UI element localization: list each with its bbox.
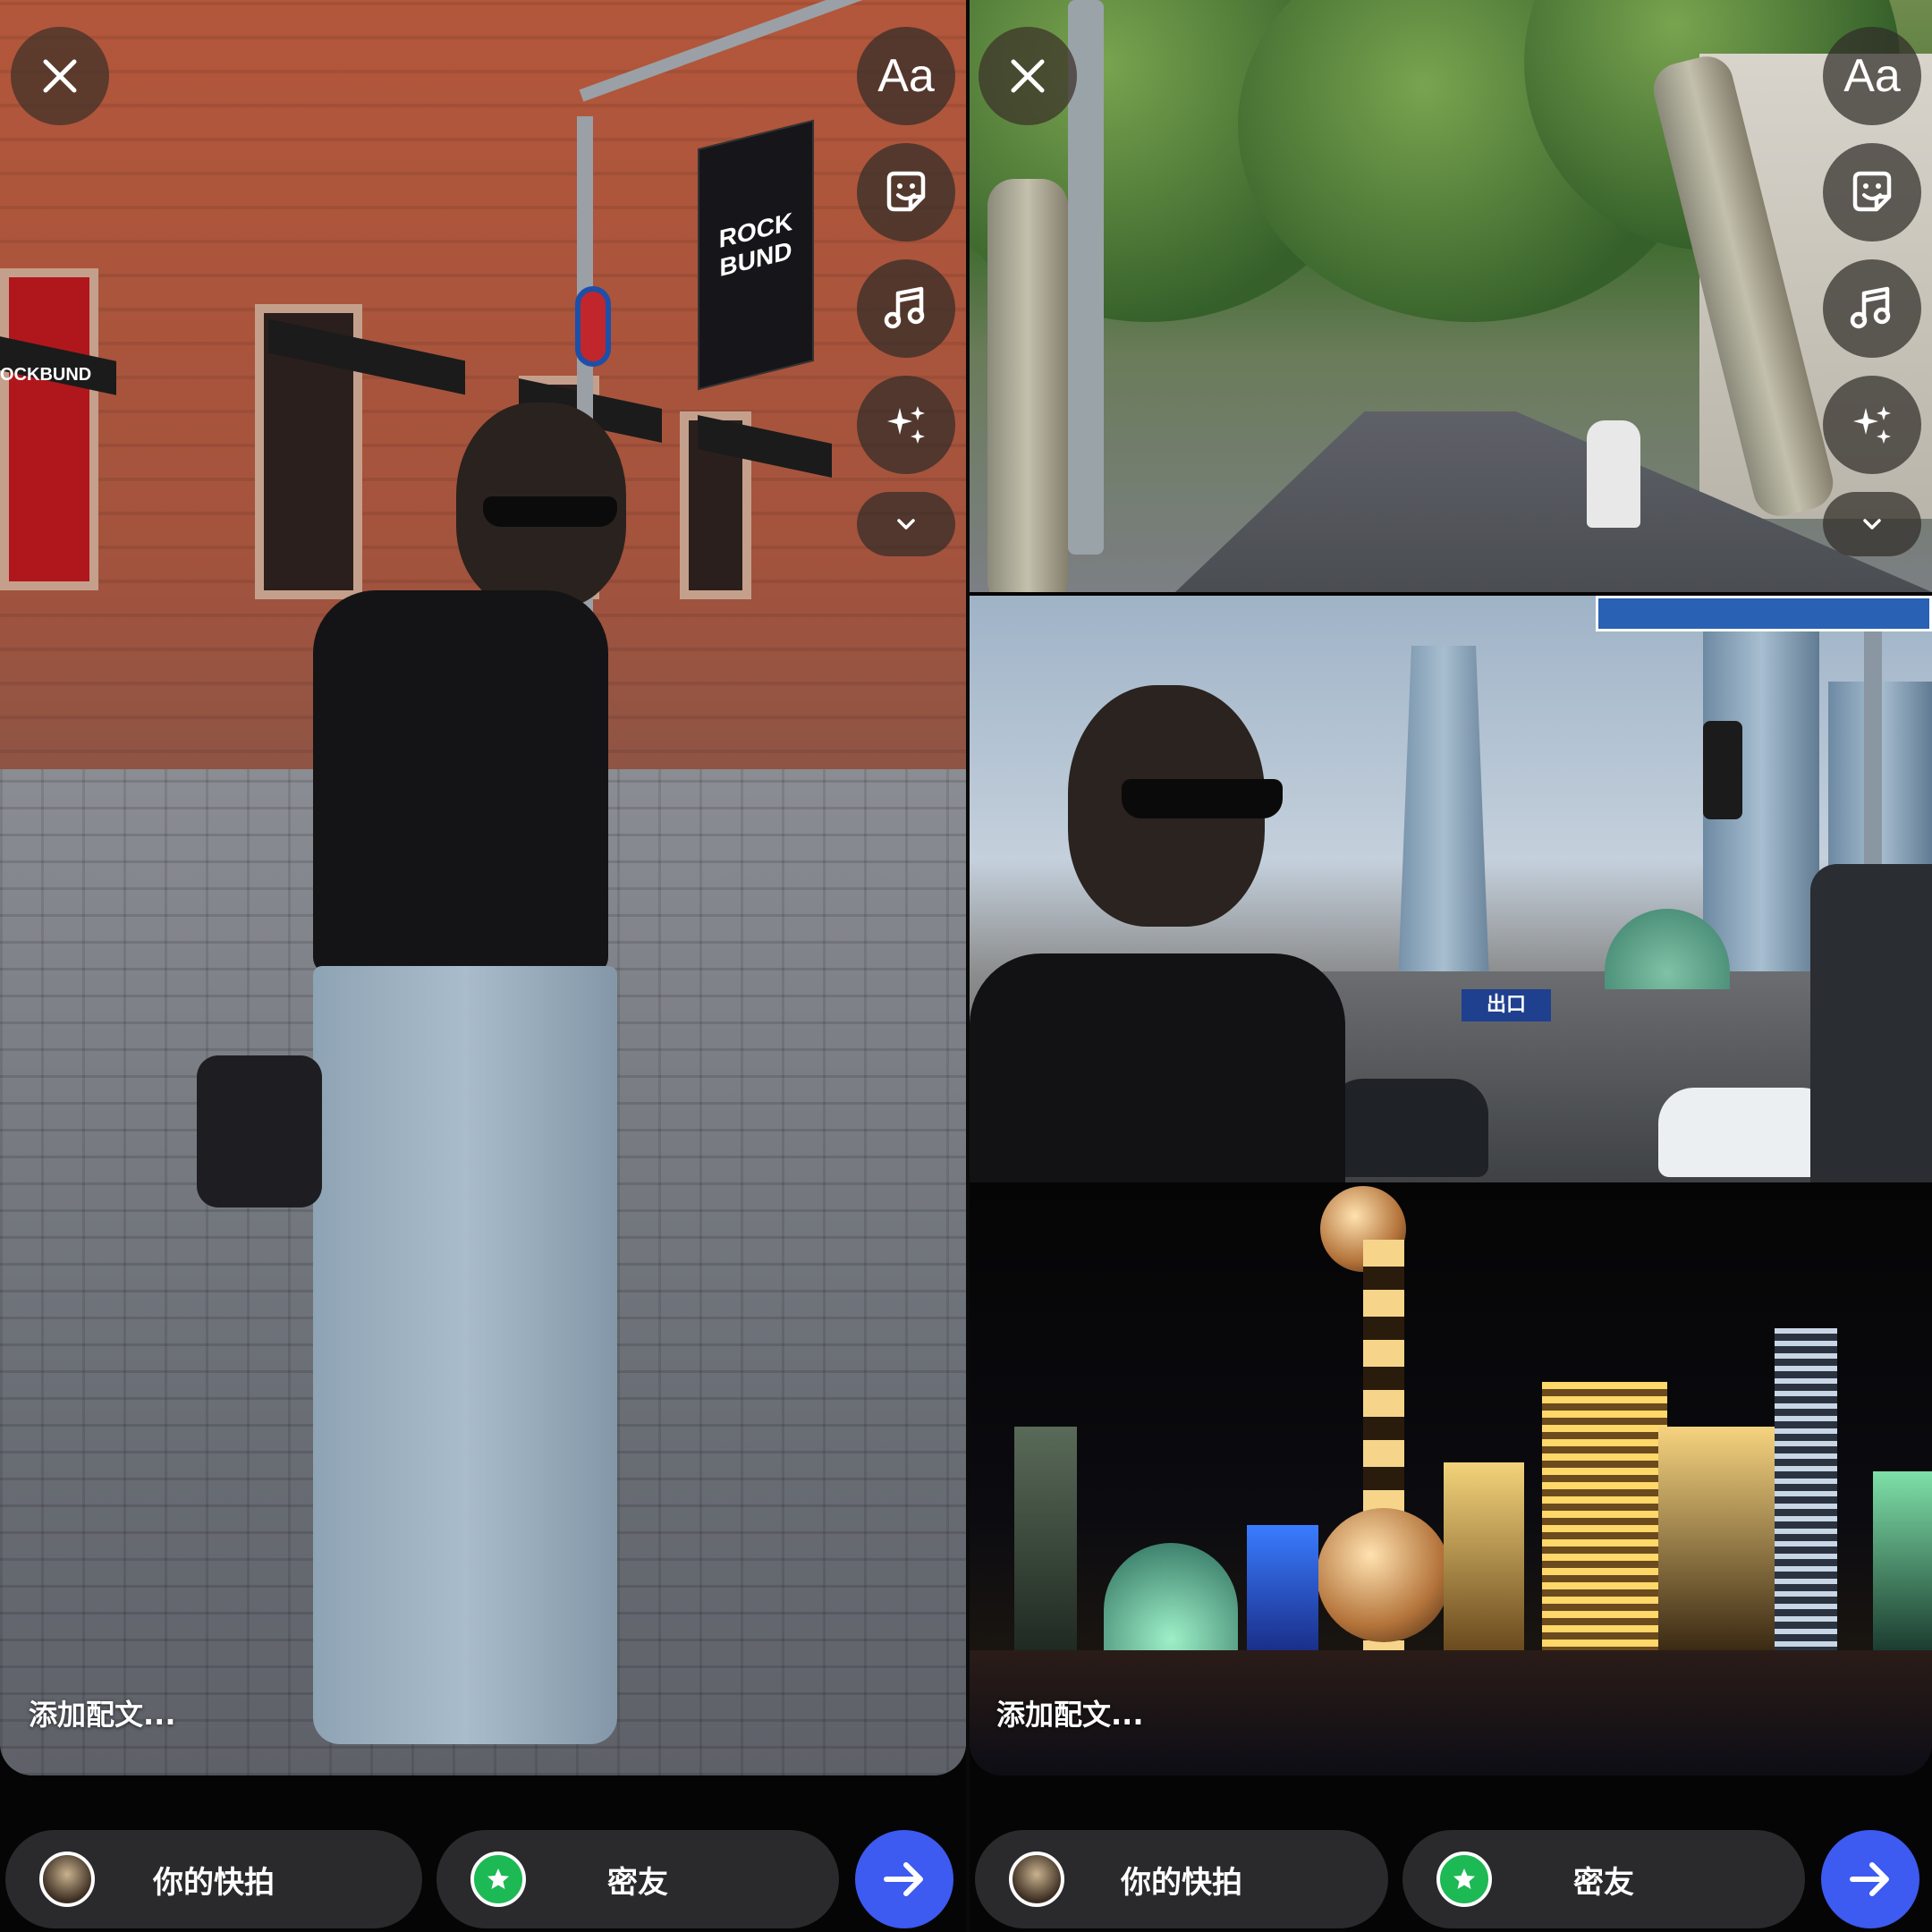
sticker-icon bbox=[886, 171, 926, 212]
street-photo: OCKBUND ROCK BUND bbox=[0, 0, 966, 1775]
music-icon bbox=[884, 286, 925, 329]
sunglasses bbox=[483, 496, 617, 527]
your-story-label: 你的快拍 bbox=[1121, 1864, 1242, 1901]
text-tool-label: Aa bbox=[1843, 50, 1901, 102]
share-bar: 你的快拍 密友 bbox=[0, 1825, 966, 1932]
person bbox=[970, 685, 1345, 1182]
chevron-down-icon bbox=[1863, 519, 1881, 530]
building bbox=[1775, 1328, 1837, 1650]
sticker-button[interactable] bbox=[857, 143, 955, 242]
more-tools-button[interactable] bbox=[1823, 492, 1921, 556]
building bbox=[1104, 1543, 1238, 1650]
building bbox=[1444, 1462, 1524, 1650]
right-story-editor: 出口 Aa 添加配文... 你的快拍 密友 bbox=[970, 0, 1932, 1932]
add-caption-field[interactable]: 添加配文... bbox=[996, 1692, 1143, 1733]
arrow-right-icon bbox=[884, 1862, 923, 1896]
more-tools-button[interactable] bbox=[857, 492, 955, 556]
storefront-sign: OCKBUND bbox=[0, 365, 92, 385]
text-tool-button[interactable]: Aa bbox=[1823, 27, 1921, 125]
text-tool-label: Aa bbox=[877, 50, 935, 102]
arrow-right-icon bbox=[1850, 1862, 1889, 1896]
send-button[interactable] bbox=[1821, 1830, 1919, 1928]
building bbox=[1247, 1525, 1318, 1650]
chevron-down-icon bbox=[897, 519, 915, 530]
exit-sign: 出口 bbox=[1462, 989, 1551, 1021]
scooter bbox=[1587, 420, 1640, 528]
building bbox=[1542, 1382, 1667, 1650]
sunglasses bbox=[1122, 779, 1283, 818]
close-friends-label: 密友 bbox=[607, 1864, 668, 1901]
add-caption-field[interactable]: 添加配文... bbox=[29, 1692, 175, 1733]
close-icon bbox=[43, 59, 77, 93]
close-button[interactable] bbox=[979, 27, 1077, 125]
photo-scene: 出口 bbox=[970, 596, 1932, 1182]
skyline-day-photo: 出口 bbox=[970, 596, 1932, 1182]
close-friends-button[interactable]: 密友 bbox=[1402, 1830, 1805, 1928]
your-story-button[interactable]: 你的快拍 bbox=[975, 1830, 1388, 1928]
sticker-button[interactable] bbox=[1823, 143, 1921, 242]
left-story-editor: OCKBUND ROCK BUND Aa 添加配文... 你的快拍 密友 bbox=[0, 0, 966, 1932]
bus bbox=[1810, 864, 1932, 1182]
flag-text: ROCK BUND bbox=[718, 207, 793, 283]
photo-scene bbox=[970, 0, 1932, 592]
sparkle-effects-icon bbox=[1853, 406, 1891, 444]
close-friends-label: 密友 bbox=[1573, 1864, 1634, 1901]
text-tool-button[interactable]: Aa bbox=[857, 27, 955, 125]
traffic-light bbox=[1703, 721, 1742, 819]
photo-collage: 出口 bbox=[970, 0, 1932, 1775]
traffic-sign bbox=[575, 286, 611, 367]
night-skyline-photo bbox=[970, 1186, 1932, 1775]
rockbund-flag: ROCK BUND bbox=[698, 119, 814, 391]
black-tshirt bbox=[970, 953, 1345, 1182]
your-story-button[interactable]: 你的快拍 bbox=[5, 1830, 422, 1928]
person bbox=[197, 402, 626, 1762]
building bbox=[1873, 1471, 1932, 1650]
music-button[interactable] bbox=[1823, 259, 1921, 358]
close-button[interactable] bbox=[11, 27, 109, 125]
car bbox=[1327, 1079, 1488, 1177]
tower-sphere bbox=[1317, 1508, 1451, 1642]
tool-column: Aa bbox=[857, 27, 955, 556]
handbag bbox=[197, 1055, 322, 1208]
share-bar: 你的快拍 密友 bbox=[970, 1825, 1932, 1932]
photo-scene: OCKBUND ROCK BUND bbox=[0, 0, 966, 1775]
effects-button[interactable] bbox=[1823, 376, 1921, 474]
tree-street-photo bbox=[970, 0, 1932, 592]
storefront-window bbox=[0, 268, 98, 590]
tool-column: Aa bbox=[1823, 27, 1921, 556]
cargo-jeans bbox=[313, 966, 617, 1744]
sticker-icon bbox=[1852, 171, 1892, 212]
tree-trunk bbox=[987, 179, 1068, 592]
close-friends-button[interactable]: 密友 bbox=[436, 1830, 839, 1928]
send-button[interactable] bbox=[855, 1830, 953, 1928]
your-story-label: 你的快拍 bbox=[153, 1864, 275, 1901]
building bbox=[1658, 1427, 1784, 1650]
effects-button[interactable] bbox=[857, 376, 955, 474]
music-button[interactable] bbox=[857, 259, 955, 358]
sparkle-effects-icon bbox=[887, 406, 925, 444]
building bbox=[1014, 1427, 1077, 1650]
music-icon bbox=[1850, 286, 1891, 329]
road-sign bbox=[1596, 596, 1932, 631]
close-icon bbox=[1011, 59, 1045, 93]
black-tshirt bbox=[313, 590, 608, 975]
photo-scene bbox=[970, 1186, 1932, 1775]
